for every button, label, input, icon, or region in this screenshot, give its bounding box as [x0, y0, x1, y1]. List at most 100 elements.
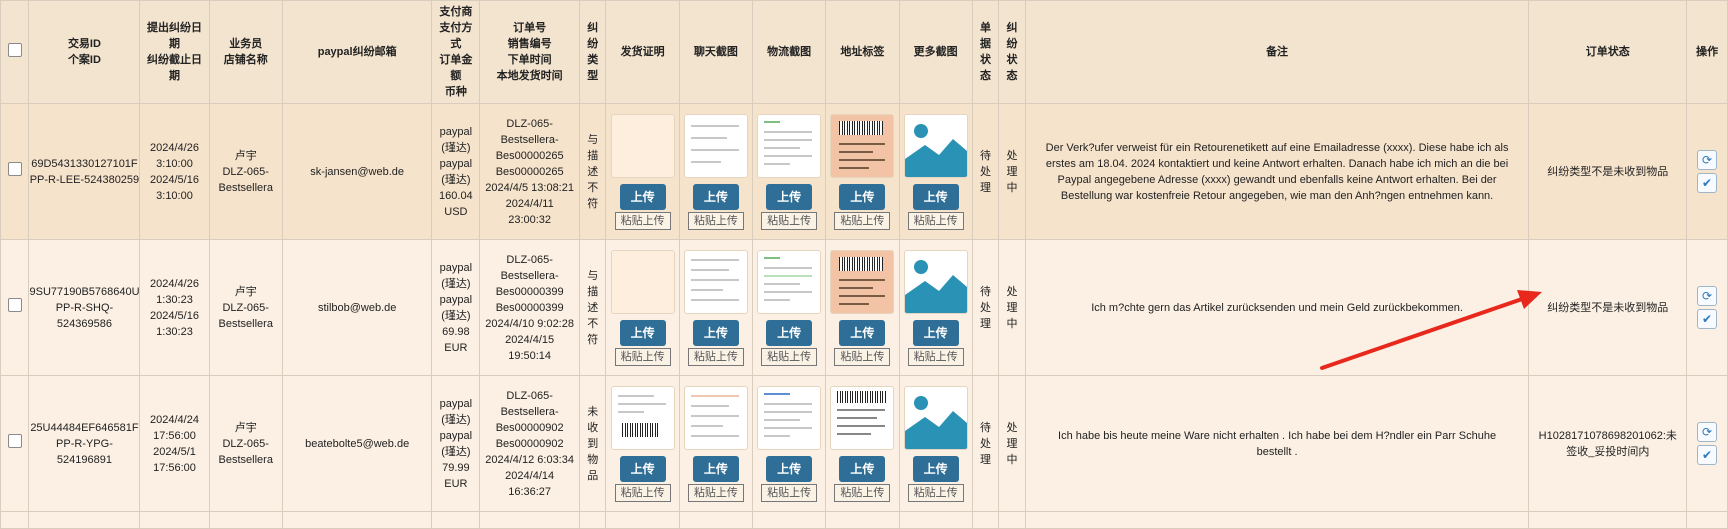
refresh-icon[interactable]: ⟳: [1697, 150, 1718, 170]
chat-shot-thumbnail[interactable]: [683, 249, 748, 314]
paste-upload-field[interactable]: 粘贴上传: [761, 483, 818, 502]
more-shots-cell: 上传 粘贴上传: [898, 103, 973, 240]
check-icon[interactable]: ✔: [1697, 309, 1718, 329]
chat-shot-thumbnail[interactable]: [683, 385, 748, 450]
ship-proof-cell: 上传 粘贴上传: [605, 239, 680, 376]
image-placeholder-icon[interactable]: [903, 113, 968, 178]
paste-upload-field[interactable]: 粘贴上传: [834, 483, 891, 502]
row-select[interactable]: [0, 103, 30, 240]
address-label-cell: 上传 粘贴上传: [825, 239, 900, 376]
select-all-checkbox[interactable]: [7, 42, 22, 57]
upload-button[interactable]: 上传: [766, 319, 813, 346]
action-cell: ⟳ ✔: [1686, 375, 1728, 512]
col-paypal-email[interactable]: paypal纠纷邮箱: [281, 0, 433, 104]
email-cell: stilbob@web.de: [281, 239, 433, 376]
col-salesman[interactable]: 业务员 店铺名称: [208, 0, 283, 104]
upload-button[interactable]: 上传: [692, 319, 739, 346]
check-icon[interactable]: ✔: [1697, 445, 1718, 465]
paste-upload-field[interactable]: 粘贴上传: [687, 483, 744, 502]
paste-upload-field[interactable]: 粘贴上传: [614, 483, 671, 502]
upload-button[interactable]: 上传: [839, 183, 886, 210]
select-all[interactable]: [0, 0, 30, 104]
image-placeholder-icon[interactable]: [903, 249, 968, 314]
col-doc-status[interactable]: 单 据 状 态: [971, 0, 1000, 104]
col-order-no[interactable]: 订单号 销售编号 下单时间 本地发货时间: [479, 0, 580, 104]
address-label-thumbnail[interactable]: [830, 249, 895, 314]
paste-upload-field[interactable]: 粘贴上传: [761, 347, 818, 366]
remark-cell: Der Verk?ufer verweist für ein Retourene…: [1024, 103, 1530, 240]
row-select[interactable]: [0, 375, 30, 512]
address-label-cell: 上传 粘贴上传: [825, 375, 900, 512]
paste-upload-field[interactable]: 粘贴上传: [761, 211, 818, 230]
upload-button[interactable]: 上传: [619, 319, 666, 346]
upload-button[interactable]: 上传: [766, 183, 813, 210]
image-placeholder-icon[interactable]: [903, 385, 968, 450]
paste-upload-field[interactable]: 粘贴上传: [907, 347, 964, 366]
col-logistics-shot[interactable]: 物流截图: [751, 0, 827, 104]
refresh-icon[interactable]: ⟳: [1697, 422, 1718, 442]
logistics-shot-cell: 上传 粘贴上传: [751, 375, 827, 512]
upload-button[interactable]: 上传: [839, 319, 886, 346]
dispute-date-cell: 2024/4/26 3:10:00 2024/5/16 3:10:00: [139, 103, 210, 240]
col-trade-id[interactable]: 交易ID 个案ID: [28, 0, 141, 104]
upload-button[interactable]: 上传: [766, 455, 813, 482]
paste-upload-field[interactable]: 粘贴上传: [614, 347, 671, 366]
col-dispute-date[interactable]: 提出纠纷日 期 纠纷截止日 期: [139, 0, 210, 104]
table-row: 9SU77190B5768640U PP-R-SHQ-524369586 202…: [0, 239, 1728, 376]
salesman-cell: 卢宇 DLZ-065- Bestsellera: [208, 239, 283, 376]
row-select[interactable]: [0, 239, 30, 376]
upload-button[interactable]: 上传: [912, 319, 959, 346]
upload-button[interactable]: 上传: [912, 183, 959, 210]
refresh-icon[interactable]: ⟳: [1697, 286, 1718, 306]
col-address-label[interactable]: 地址标签: [825, 0, 900, 104]
logistics-shot-thumbnail[interactable]: [757, 385, 822, 450]
paste-upload-field[interactable]: 粘贴上传: [834, 211, 891, 230]
col-remark[interactable]: 备注: [1024, 0, 1530, 104]
logistics-shot-thumbnail[interactable]: [757, 113, 822, 178]
row-checkbox[interactable]: [7, 162, 22, 176]
doc-status-cell: 待 处 理: [971, 375, 1000, 512]
col-chat-shot[interactable]: 聊天截图: [678, 0, 753, 104]
col-ship-proof[interactable]: 发货证明: [605, 0, 680, 104]
address-label-thumbnail[interactable]: [830, 113, 895, 178]
upload-button[interactable]: 上传: [692, 455, 739, 482]
ship-proof-cell: 上传 粘贴上传: [605, 103, 680, 240]
more-shots-cell: 上传 粘贴上传: [898, 239, 973, 376]
email-cell: beatebolte5@web.de: [281, 375, 433, 512]
chat-shot-cell: 上传 粘贴上传: [678, 239, 753, 376]
upload-button[interactable]: 上传: [619, 183, 666, 210]
upload-button[interactable]: 上传: [839, 455, 886, 482]
paste-upload-field[interactable]: 粘贴上传: [834, 347, 891, 366]
ship-proof-thumbnail[interactable]: [610, 249, 675, 314]
col-more-shots[interactable]: 更多截图: [898, 0, 973, 104]
upload-button[interactable]: 上传: [692, 183, 739, 210]
paste-upload-field[interactable]: 粘贴上传: [687, 211, 744, 230]
upload-button[interactable]: 上传: [619, 455, 666, 482]
col-payment[interactable]: 支付商 支付方 式 订单金 额 币种: [431, 0, 481, 104]
col-dispute-status[interactable]: 纠 纷 状 态: [998, 0, 1026, 104]
col-action: 操作: [1686, 0, 1728, 104]
doc-status-cell: 待 处 理: [971, 239, 1000, 376]
row-checkbox[interactable]: [7, 298, 22, 312]
upload-button[interactable]: 上传: [912, 455, 959, 482]
chat-shot-thumbnail[interactable]: [683, 113, 748, 178]
paste-upload-field[interactable]: 粘贴上传: [907, 211, 964, 230]
address-label-cell: 上传 粘贴上传: [825, 103, 900, 240]
col-dispute-type[interactable]: 纠 纷 类 型: [578, 0, 607, 104]
paste-upload-field[interactable]: 粘贴上传: [907, 483, 964, 502]
check-icon[interactable]: ✔: [1697, 173, 1718, 193]
row-checkbox[interactable]: [7, 434, 22, 448]
logistics-shot-cell: 上传 粘贴上传: [751, 103, 827, 240]
payment-cell: paypal (瑾达) paypal (瑾达) 160.04 USD: [431, 103, 481, 240]
paste-upload-field[interactable]: 粘贴上传: [614, 211, 671, 230]
more-shots-cell: 上传 粘贴上传: [898, 375, 973, 512]
logistics-shot-thumbnail[interactable]: [757, 249, 822, 314]
salesman-cell: 卢宇 DLZ-065- Bestsellera: [208, 375, 283, 512]
ship-proof-thumbnail[interactable]: [610, 113, 675, 178]
address-label-thumbnail[interactable]: [830, 385, 895, 450]
order-status-cell: 纠纷类型不是未收到物品: [1528, 103, 1688, 240]
paste-upload-field[interactable]: 粘贴上传: [687, 347, 744, 366]
col-order-status[interactable]: 订单状态: [1528, 0, 1688, 104]
table-row: 25U44484EF646581F PP-R-YPG-524196891 202…: [0, 375, 1728, 512]
ship-proof-thumbnail[interactable]: [610, 385, 675, 450]
